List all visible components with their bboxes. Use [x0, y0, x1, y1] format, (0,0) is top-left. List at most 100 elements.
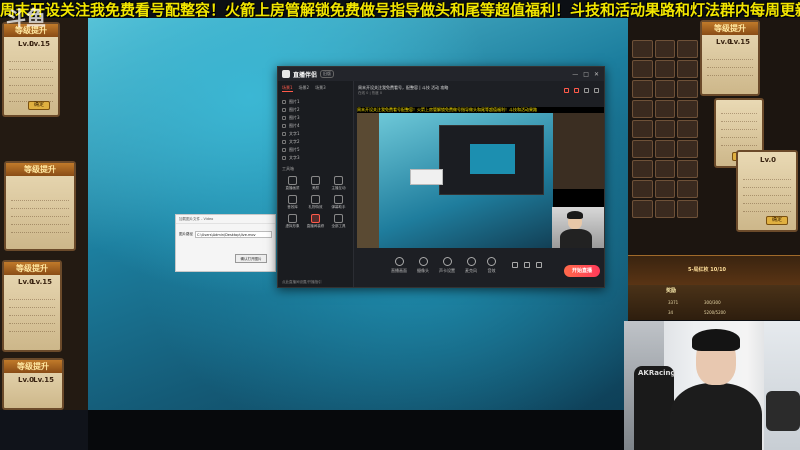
- source-item[interactable]: 图片1: [282, 98, 349, 106]
- game-card-4: 等级提升 Lv.0 Lv.15: [2, 358, 64, 410]
- app-titlebar[interactable]: 直播伴侣 旧版 — □ ✕: [278, 67, 604, 81]
- card-level-right: Lv.15: [31, 278, 52, 286]
- tool-button[interactable]: 音效库: [282, 195, 303, 210]
- tool-icon: [334, 214, 343, 223]
- camera-icon: [418, 256, 428, 266]
- dialog-path-input[interactable]: C:\Users\Admin\Desktop\live.mov: [195, 231, 272, 238]
- source-item[interactable]: 图片2: [282, 106, 349, 114]
- preview-right-panel: [553, 113, 604, 189]
- card-stats: [721, 106, 757, 146]
- sidebar-footer[interactable]: 点此直播间设置/开播指引: [282, 280, 322, 285]
- dialog-path-row: 图片路径 C:\Users\Admin\Desktop\live.mov: [176, 224, 275, 238]
- card-header: 等级提升: [702, 22, 758, 35]
- eye-icon[interactable]: [282, 148, 286, 152]
- tool-button[interactable]: 全部工具: [328, 214, 349, 229]
- eye-icon[interactable]: [282, 140, 286, 144]
- preview-desktop: [379, 113, 553, 248]
- stream-preview[interactable]: 周末开设关注我免费看号配整容！火箭上房管解锁免费做号指导做头和尾等超值福利！斗技…: [357, 107, 604, 248]
- preview-webcam: [552, 207, 604, 248]
- eye-icon[interactable]: [282, 132, 286, 136]
- tool-button[interactable]: 主播互动: [328, 176, 349, 191]
- tool-icon: [334, 195, 343, 204]
- tool-button[interactable]: 美颜: [305, 176, 326, 191]
- start-live-button[interactable]: 开始直播: [564, 265, 600, 277]
- app-logo-icon: [282, 70, 290, 78]
- card-level-left: Lv.0: [760, 156, 776, 164]
- source-item[interactable]: 图片4: [282, 122, 349, 130]
- overlay-banner: 周末开设关注我免费看号配整容！火箭上房管解锁免费做号指导做头和尾等超值福利！斗技…: [0, 1, 800, 19]
- eye-icon[interactable]: [282, 108, 286, 112]
- webcam-feed: AKRacing: [624, 321, 800, 450]
- game-card-2: 等级提升: [4, 161, 76, 251]
- record-icon[interactable]: [564, 88, 569, 93]
- source-item[interactable]: 图片3: [282, 114, 349, 122]
- tool-button[interactable]: 虚拟形象: [282, 214, 303, 229]
- control-mic[interactable]: 麦克风: [465, 256, 477, 274]
- more-icon[interactable]: [536, 262, 542, 268]
- reward-value-2: 300/300: [704, 300, 721, 305]
- control-scene[interactable]: 直播画面: [391, 256, 407, 274]
- app-version-badge[interactable]: 旧版: [320, 70, 335, 78]
- tool-icon: [288, 176, 297, 185]
- tab-scene-1[interactable]: 场景1: [282, 85, 293, 92]
- tools-title: 工具箱: [282, 166, 294, 171]
- share-icon[interactable]: [594, 88, 599, 93]
- game-card-1: 等级提升 Lv.0 Lv.15 确定: [2, 22, 60, 117]
- preview-nested-window: [439, 125, 544, 195]
- preview-dialog: [410, 169, 443, 185]
- eye-icon[interactable]: [282, 156, 286, 160]
- left-game-column: 等级提升 Lv.0 Lv.15 确定 等级提升 等级提升 Lv.0 Lv.15 …: [0, 18, 88, 410]
- source-item[interactable]: 文字2: [282, 138, 349, 146]
- pause-icon[interactable]: [524, 262, 530, 268]
- eye-icon[interactable]: [282, 124, 286, 128]
- scene-tabs: 场景1 场景2 场景3: [278, 81, 353, 96]
- card-stats: [9, 292, 55, 332]
- maximize-button[interactable]: □: [583, 71, 589, 78]
- source-item[interactable]: 文字1: [282, 130, 349, 138]
- card-header: 等级提升: [4, 262, 60, 275]
- close-button[interactable]: ✕: [594, 71, 599, 78]
- inventory-grid: [632, 40, 698, 240]
- webcam-chair: [634, 366, 674, 450]
- screenshot-icon[interactable]: [574, 88, 579, 93]
- volume-icon[interactable]: [512, 262, 518, 268]
- source-item[interactable]: 图片5: [282, 146, 349, 154]
- card-stats: [11, 193, 69, 233]
- eye-icon[interactable]: [282, 100, 286, 104]
- preview-ticker: 周末开设关注我免费看号配整容！火箭上房管解锁免费做号指导做头和尾等超值福利！斗技…: [357, 107, 537, 112]
- settings-icon[interactable]: [584, 88, 589, 93]
- control-camera[interactable]: 摄像头: [417, 256, 429, 274]
- app-name: 直播伴侣: [293, 71, 318, 79]
- card-confirm-button: 确定: [28, 101, 50, 110]
- streamer-body: [670, 383, 762, 450]
- tab-scene-3[interactable]: 场景3: [315, 85, 326, 92]
- left-bottom-strip: [0, 410, 88, 450]
- tool-button[interactable]: 礼物特效: [305, 195, 326, 210]
- reward-value-4: 5200/5200: [704, 310, 726, 315]
- source-item[interactable]: 文字3: [282, 154, 349, 162]
- chair-brand-text: AKRacing: [638, 369, 676, 377]
- control-effects[interactable]: 音效: [487, 256, 496, 274]
- game-card-3: 等级提升 Lv.0 Lv.15: [2, 260, 62, 352]
- scene-source-list: 图片1 图片2 图片3 图片4 文字1 文字2 图片5 文字3: [278, 96, 353, 164]
- right-game-column: 等级提升 Lv.0 Lv.15 确定 Lv.0 确定: [628, 18, 800, 255]
- eye-icon[interactable]: [282, 116, 286, 120]
- card-stats: [9, 54, 53, 102]
- monitor-icon: [394, 256, 404, 266]
- header-icons: [564, 88, 599, 93]
- tool-button[interactable]: 直播画质: [282, 176, 303, 191]
- tab-scene-2[interactable]: 场景2: [299, 85, 310, 92]
- tool-button[interactable]: 直播间装修: [305, 214, 326, 229]
- minimize-button[interactable]: —: [572, 71, 578, 78]
- tool-icon: [311, 195, 320, 204]
- reward-label: 奖励: [666, 288, 677, 294]
- dialog-open-button[interactable]: 确认打开图片: [235, 254, 267, 263]
- control-soundcard[interactable]: 声卡设置: [439, 256, 455, 274]
- microphone: [766, 391, 800, 431]
- reward-value-1: 3371: [668, 300, 679, 305]
- tool-button[interactable]: 弹幕助手: [328, 195, 349, 210]
- streaming-app-window[interactable]: 直播伴侣 旧版 — □ ✕ 场景1 场景2 场景3 图片1 图片2 图片3 图片…: [277, 66, 605, 288]
- card-level-right: Lv.15: [33, 376, 54, 384]
- open-file-dialog[interactable]: 加载图片文件 - Video 图片路径 C:\Users\Admin\Deskt…: [175, 214, 276, 272]
- microphone-icon: [466, 256, 476, 266]
